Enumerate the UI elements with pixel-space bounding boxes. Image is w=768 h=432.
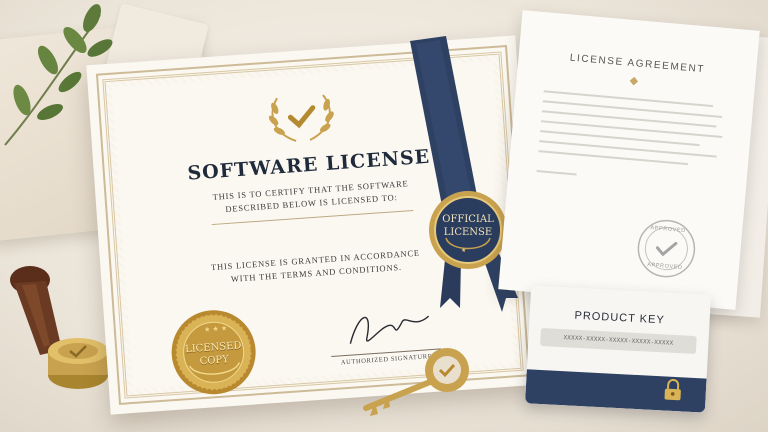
official-license-seal: ★ OFFICIAL LICENSE (428, 190, 508, 270)
official-seal-text-2: LICENSE (443, 227, 493, 238)
product-key-title: PRODUCT KEY (574, 309, 665, 327)
license-agreement-document: LICENSE AGREEMENT APPROVED APPROVED (498, 10, 760, 310)
product-key-card: PRODUCT KEY XXXXX-XXXXX-XXXXX-XXXXX-XXXX… (525, 285, 711, 413)
text-line (536, 170, 577, 176)
licensed-copy-seal: ★ ★ ★ LICENSED COPY (168, 306, 260, 398)
key-icon (363, 348, 469, 416)
agreement-title: LICENSE AGREEMENT (569, 52, 706, 76)
product-key-field: XXXXX-XXXXX-XXXXX-XXXXX-XXXXX (540, 327, 697, 355)
lock-icon (664, 378, 681, 401)
official-seal-text-1: OFFICIAL (442, 214, 494, 225)
laurel-check-icon (268, 94, 334, 142)
svg-text:★: ★ (461, 247, 466, 254)
scene: SOFTWARE LICENSE THIS IS TO CERTIFY THAT… (0, 0, 768, 432)
approved-stamp: APPROVED APPROVED (634, 216, 699, 281)
diamond-ornament-icon (629, 76, 639, 86)
svg-text:★ ★ ★: ★ ★ ★ (204, 324, 228, 334)
wax-stamp-icon (10, 266, 108, 389)
